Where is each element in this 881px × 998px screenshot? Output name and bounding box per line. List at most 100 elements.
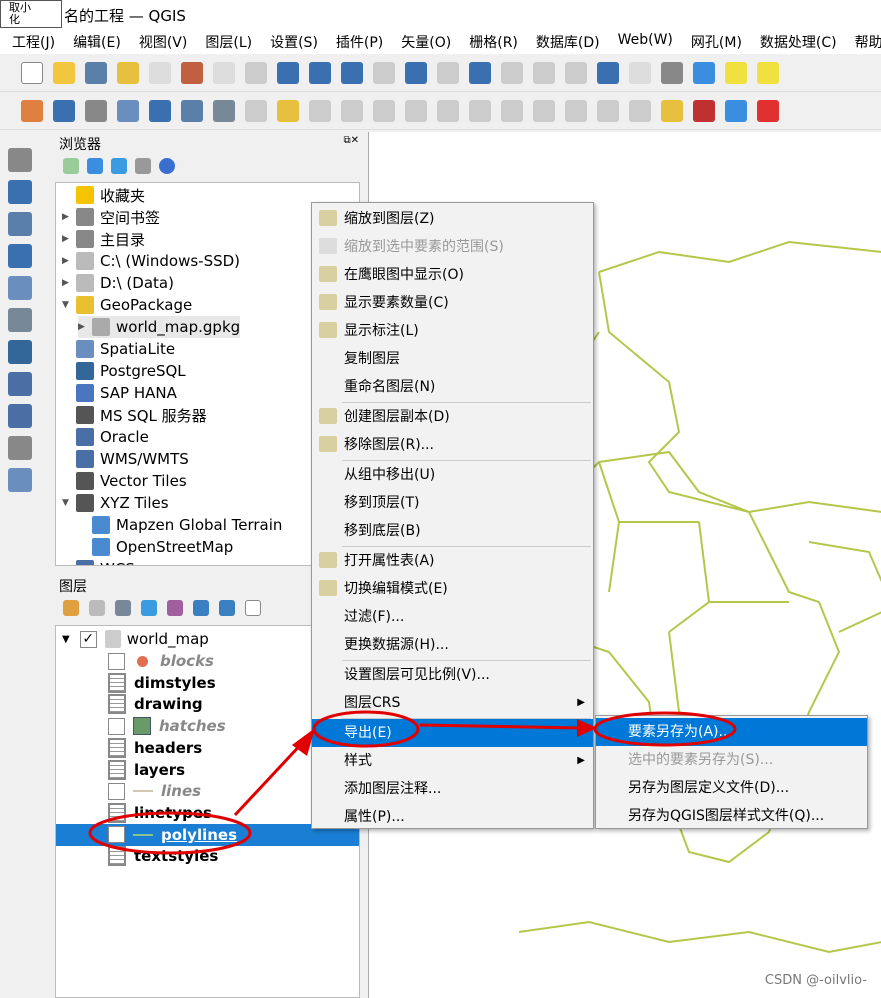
menu-item[interactable]: 在鹰眼图中显示(O) — [312, 261, 593, 289]
visibility-icon[interactable] — [115, 600, 131, 616]
menu-item[interactable]: 显示标注(L) — [312, 317, 593, 345]
tb1-tool-icon[interactable] — [501, 61, 523, 84]
remove-layer-icon[interactable] — [245, 600, 261, 616]
menu-item[interactable]: 要素另存为(A)... — [596, 718, 867, 746]
browser-item[interactable]: 收藏夹 — [62, 184, 145, 206]
browser-item[interactable]: Vector Tiles — [62, 470, 187, 492]
tb2-tool-icon[interactable] — [53, 99, 75, 122]
layer-checkbox[interactable] — [108, 652, 125, 670]
browser-item[interactable]: ▼ GeoPackage — [62, 294, 192, 316]
tb2-tool-icon[interactable] — [245, 99, 267, 122]
layer-item[interactable]: headers — [108, 737, 202, 759]
add-layer-icon[interactable] — [8, 404, 32, 428]
menu-item[interactable]: 移到顶层(T) — [312, 489, 593, 517]
browser-item[interactable]: WCS — [62, 558, 135, 565]
menu-4[interactable]: 设置(S) — [258, 30, 324, 54]
menu-11[interactable]: 数据处理(C) — [748, 30, 843, 54]
expand-arrow-icon[interactable]: ▼ — [62, 300, 76, 310]
tb1-tool-icon[interactable] — [757, 61, 779, 84]
tb2-tool-icon[interactable] — [309, 99, 331, 122]
tb1-tool-icon[interactable] — [437, 61, 459, 84]
tb2-tool-icon[interactable] — [469, 99, 491, 122]
layer-item[interactable]: textstyles — [108, 845, 218, 867]
menu-item[interactable]: 添加图层注释... — [312, 775, 593, 803]
menu-item[interactable]: 缩放到图层(Z) — [312, 205, 593, 233]
tb2-tool-icon[interactable] — [437, 99, 459, 122]
browser-item[interactable]: OpenStreetMap — [78, 536, 233, 558]
expand-arrow-icon[interactable]: ▶ — [78, 322, 92, 332]
menu-item[interactable]: 另存为QGIS图层样式文件(Q)... — [596, 802, 867, 830]
style-icon[interactable] — [63, 600, 79, 616]
menu-item[interactable]: 复制图层 — [312, 345, 593, 373]
refresh-icon[interactable] — [87, 158, 103, 174]
filter-icon[interactable] — [111, 158, 127, 174]
layer-item[interactable]: layers — [108, 759, 185, 781]
filter-icon[interactable] — [141, 600, 157, 616]
add-layer-icon[interactable] — [8, 180, 32, 204]
expand-arrow-icon[interactable]: ▶ — [62, 212, 76, 222]
browser-item[interactable]: ▶ 空间书签 — [62, 206, 160, 228]
tb2-tool-icon[interactable] — [85, 99, 107, 122]
menu-item[interactable]: 样式 ▶ — [312, 747, 593, 775]
tb1-tool-icon[interactable] — [21, 61, 43, 84]
menu-item[interactable]: 从组中移出(U) — [312, 461, 593, 489]
tb2-tool-icon[interactable] — [533, 99, 555, 122]
add-layer-icon[interactable] — [8, 372, 32, 396]
tb2-tool-icon[interactable] — [565, 99, 587, 122]
menu-9[interactable]: Web(W) — [606, 30, 679, 54]
expand-arrow-icon[interactable]: ▶ — [62, 234, 76, 244]
tb1-tool-icon[interactable] — [373, 61, 395, 84]
menu-item[interactable]: 创建图层副本(D) — [312, 403, 593, 431]
tb2-tool-icon[interactable] — [501, 99, 523, 122]
tb1-tool-icon[interactable] — [405, 61, 427, 84]
tb1-tool-icon[interactable] — [149, 61, 171, 84]
tb2-tool-icon[interactable] — [181, 99, 203, 122]
tb1-tool-icon[interactable] — [277, 61, 299, 84]
add-layer-icon[interactable] — [8, 148, 32, 172]
layer-checkbox[interactable] — [108, 717, 125, 735]
menu-item[interactable]: 过滤(F)... — [312, 603, 593, 631]
add-layer-icon[interactable] — [8, 340, 32, 364]
menu-item[interactable]: 缩放到选中要素的范围(S) — [312, 233, 593, 261]
menu-12[interactable]: 帮助( — [843, 30, 881, 54]
browser-item[interactable]: SAP HANA — [62, 382, 177, 404]
panel-close-icon[interactable]: ⧉✕ — [343, 135, 359, 146]
tb1-tool-icon[interactable] — [53, 61, 75, 84]
layer-group-world-map[interactable]: ▼ ✓ world_map — [62, 628, 209, 650]
tb2-tool-icon[interactable] — [149, 99, 171, 122]
menu-item[interactable]: 移除图层(R)... — [312, 431, 593, 459]
add-layer-icon[interactable] — [8, 436, 32, 460]
tb1-tool-icon[interactable] — [469, 61, 491, 84]
menu-item[interactable]: 图层CRS ▶ — [312, 689, 593, 717]
expand-icon[interactable] — [193, 600, 209, 616]
browser-item[interactable]: MS SQL 服务器 — [62, 404, 207, 426]
tb1-tool-icon[interactable] — [309, 61, 331, 84]
add-group-icon[interactable] — [89, 600, 105, 616]
tb2-tool-icon[interactable] — [693, 99, 715, 122]
expand-arrow-icon[interactable]: ▶ — [62, 256, 76, 266]
layer-item[interactable]: lines — [108, 780, 201, 802]
tb2-tool-icon[interactable] — [277, 99, 299, 122]
menu-item[interactable]: 移到底层(B) — [312, 517, 593, 545]
menu-item[interactable]: 显示要素数量(C) — [312, 289, 593, 317]
tb2-tool-icon[interactable] — [213, 99, 235, 122]
tb1-tool-icon[interactable] — [117, 61, 139, 84]
tb2-tool-icon[interactable] — [373, 99, 395, 122]
menu-item[interactable]: 切换编辑模式(E) — [312, 575, 593, 603]
collapse-arrow-icon[interactable]: ▼ — [62, 634, 70, 645]
menu-item[interactable]: 另存为图层定义文件(D)... — [596, 774, 867, 802]
tb1-tool-icon[interactable] — [725, 61, 747, 84]
expand-arrow-icon[interactable]: ▼ — [62, 498, 76, 508]
tb2-tool-icon[interactable] — [597, 99, 619, 122]
tb1-tool-icon[interactable] — [629, 61, 651, 84]
layer-checkbox[interactable] — [108, 782, 125, 800]
layer-item[interactable]: dimstyles — [108, 672, 216, 694]
menu-2[interactable]: 视图(V) — [127, 30, 194, 54]
tb1-tool-icon[interactable] — [245, 61, 267, 84]
browser-item[interactable]: SpatiaLite — [62, 338, 175, 360]
menu-item[interactable]: 属性(P)... — [312, 803, 593, 831]
menu-1[interactable]: 编辑(E) — [61, 30, 127, 54]
browser-item[interactable]: WMS/WMTS — [62, 448, 189, 470]
tb1-tool-icon[interactable] — [533, 61, 555, 84]
tb1-tool-icon[interactable] — [565, 61, 587, 84]
